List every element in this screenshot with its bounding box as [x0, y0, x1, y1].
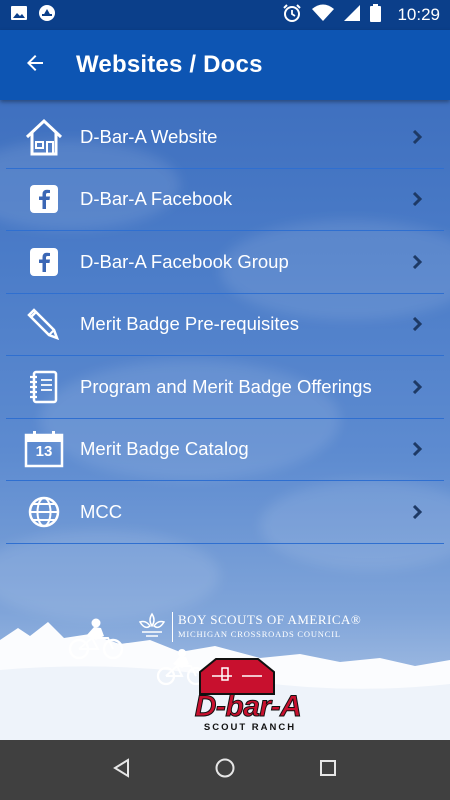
facebook-icon [20, 175, 68, 223]
chevron-right-icon [402, 372, 432, 402]
back-button[interactable] [0, 30, 70, 100]
wifi-icon [312, 4, 335, 27]
chevron-right-icon [402, 184, 432, 214]
menu-item-offerings[interactable]: Program and Merit Badge Offerings [6, 356, 444, 419]
menu-item-label: D-Bar-A Facebook [80, 188, 233, 210]
content-area: D-Bar-A Website D-Bar-A Facebook D-Bar-A… [0, 100, 450, 740]
menu-item-label: D-Bar-A Website [80, 125, 218, 147]
arrow-left-icon [23, 51, 47, 80]
menu-item-label: Program and Merit Badge Offerings [80, 375, 372, 397]
chevron-right-icon [402, 434, 432, 464]
menu-item-website[interactable]: D-Bar-A Website [6, 106, 444, 169]
status-bar: 10:29 [0, 0, 450, 30]
menu-item-facebook-group[interactable]: D-Bar-A Facebook Group [6, 231, 444, 294]
chevron-right-icon [402, 309, 432, 339]
system-nav-bar [0, 740, 450, 800]
bicycle-rider-left [68, 618, 124, 660]
page-title: Websites / Docs [76, 51, 263, 78]
house-icon [20, 113, 68, 161]
nav-home-button[interactable] [205, 750, 245, 790]
nav-back-button[interactable] [102, 750, 142, 790]
menu-list: D-Bar-A Website D-Bar-A Facebook D-Bar-A… [0, 106, 450, 544]
back-triangle-icon [112, 757, 132, 783]
recents-square-icon [318, 758, 338, 783]
menu-item-label: MCC [80, 500, 123, 522]
bsa-name: BOY SCOUTS OF AMERICA® [178, 612, 362, 627]
chevron-right-icon [402, 497, 432, 527]
clock-time: 10:29 [397, 5, 440, 24]
globe-icon [20, 488, 68, 536]
scout-ranch-label: SCOUT RANCH [203, 722, 297, 733]
nav-recents-button[interactable] [308, 750, 348, 790]
image-icon [10, 5, 28, 26]
home-circle-icon [214, 757, 236, 784]
bsa-divider [172, 612, 173, 642]
menu-item-label: Merit Badge Pre-requisites [80, 313, 300, 335]
bsa-council-text: BOY SCOUTS OF AMERICA® MICHIGAN CROSSROA… [178, 612, 361, 639]
menu-item-catalog[interactable]: 13 Merit Badge Catalog [6, 419, 444, 481]
dbara-logo-wordmark: D-bar-A [194, 690, 302, 724]
bsa-emblem-icon [138, 612, 166, 637]
chevron-right-icon [402, 122, 432, 152]
notebook-icon [20, 363, 68, 411]
app-bar: Websites / Docs [0, 30, 450, 100]
chevron-right-icon [402, 247, 432, 277]
calendar-day: 13 [35, 443, 53, 461]
calendar-icon: 13 [20, 425, 68, 473]
menu-item-mcc[interactable]: MCC [6, 481, 444, 544]
alarm-icon [282, 3, 302, 28]
menu-item-label: Merit Badge Catalog [80, 438, 249, 460]
council-name: MICHIGAN CROSSROADS COUNCIL [178, 629, 341, 639]
facebook-icon [20, 238, 68, 286]
battery-icon [370, 3, 382, 27]
menu-item-label: D-Bar-A Facebook Group [80, 250, 289, 272]
pencil-icon [20, 300, 68, 348]
signal-icon [344, 4, 361, 26]
menu-item-prerequisites[interactable]: Merit Badge Pre-requisites [6, 294, 444, 356]
app-notification-icon [38, 4, 56, 27]
menu-item-facebook[interactable]: D-Bar-A Facebook [6, 169, 444, 231]
